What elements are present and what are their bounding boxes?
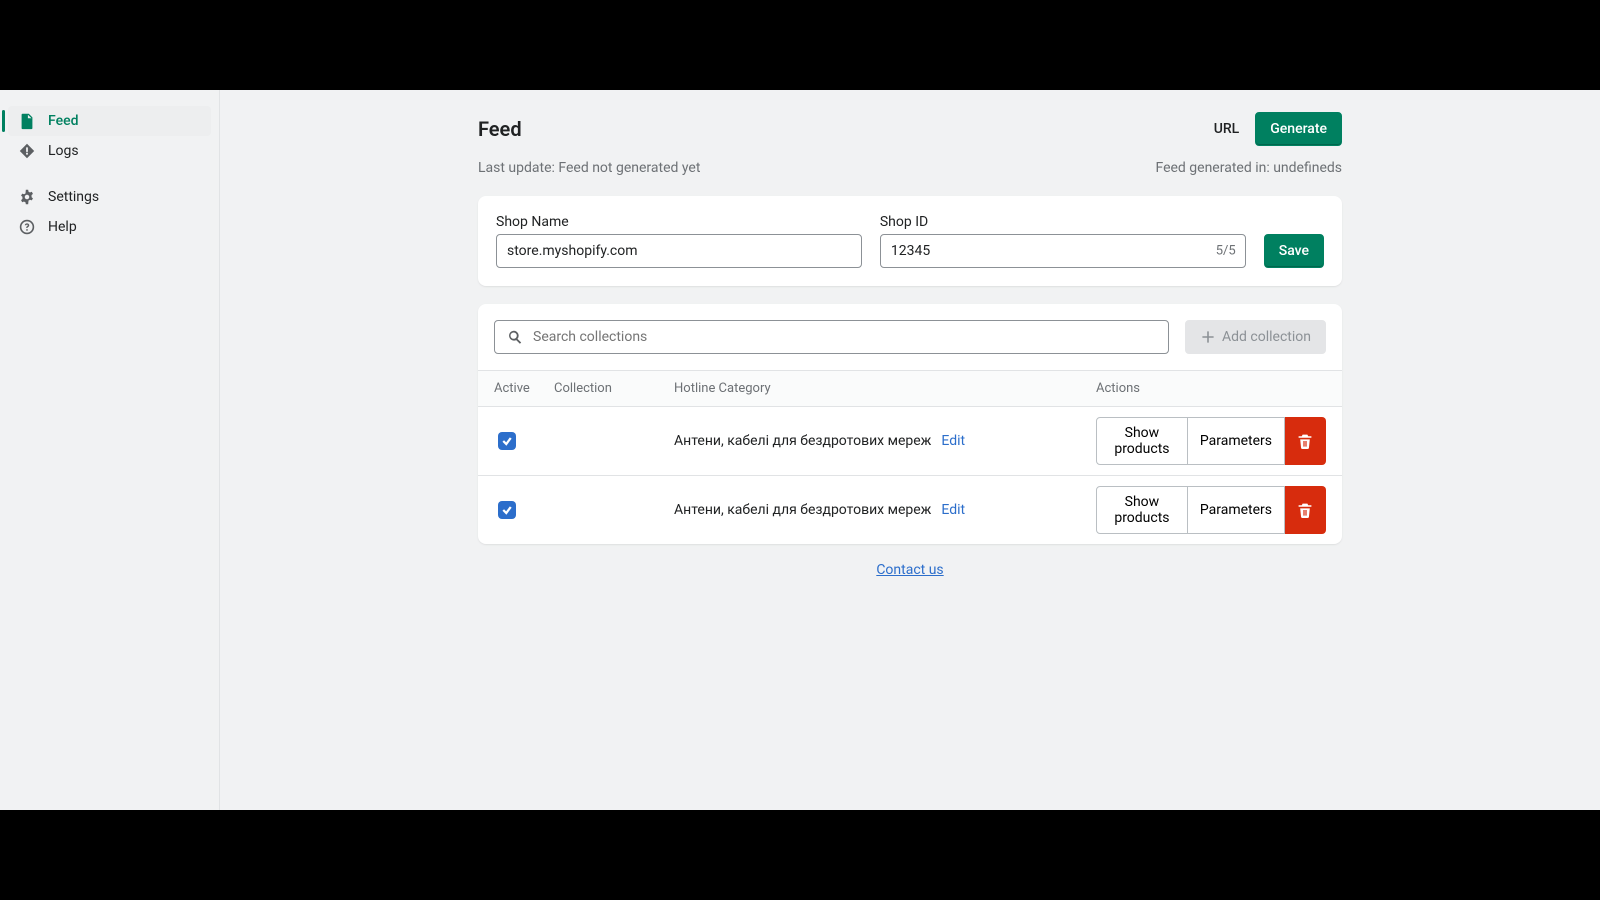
category-text: Антени, кабелі для бездротових мереж [674, 433, 931, 449]
col-category: Hotline Category [674, 381, 1096, 396]
trash-icon [1297, 433, 1313, 449]
search-icon [506, 328, 524, 346]
show-products-button[interactable]: Show products [1096, 417, 1188, 465]
plus-icon [1200, 329, 1216, 345]
category-text: Антени, кабелі для бездротових мереж [674, 502, 931, 518]
parameters-button[interactable]: Parameters [1188, 417, 1285, 465]
sidebar-item-logs[interactable]: Logs [8, 136, 211, 166]
table-header: Active Collection Hotline Category Actio… [478, 370, 1342, 407]
trash-icon [1297, 502, 1313, 518]
parameters-button[interactable]: Parameters [1188, 486, 1285, 534]
delete-button[interactable] [1285, 486, 1326, 534]
sidebar: Feed Logs Settings Help [0, 90, 220, 810]
page-header: Feed URL Generate [478, 112, 1342, 146]
footer: Contact us [478, 562, 1342, 578]
check-icon [501, 504, 513, 516]
shop-id-input[interactable] [880, 234, 1246, 268]
table-row: Антени, кабелі для бездротових мереж Edi… [478, 407, 1342, 476]
add-collection-button[interactable]: Add collection [1185, 320, 1326, 354]
table-row: Антени, кабелі для бездротових мереж Edi… [478, 476, 1342, 544]
edit-link[interactable]: Edit [941, 502, 965, 518]
url-link[interactable]: URL [1214, 121, 1240, 137]
help-icon [18, 218, 36, 236]
col-actions: Actions [1096, 381, 1326, 396]
show-products-button[interactable]: Show products [1096, 486, 1188, 534]
main: Feed URL Generate Last update: Feed not … [220, 90, 1600, 810]
add-collection-label: Add collection [1222, 329, 1311, 345]
active-checkbox[interactable] [498, 432, 516, 450]
gear-icon [18, 188, 36, 206]
sidebar-item-label: Feed [48, 113, 78, 129]
sidebar-item-label: Help [48, 219, 77, 235]
sidebar-item-feed[interactable]: Feed [8, 106, 211, 136]
shop-name-input[interactable] [496, 234, 862, 268]
active-checkbox[interactable] [498, 501, 516, 519]
page-title: Feed [478, 117, 522, 141]
contact-us-link[interactable]: Contact us [876, 562, 943, 578]
collections-card: Add collection Active Collection Hotline… [478, 304, 1342, 544]
last-update-text: Last update: Feed not generated yet [478, 160, 700, 176]
status-row: Last update: Feed not generated yet Feed… [478, 160, 1342, 176]
alert-icon [18, 142, 36, 160]
generate-button[interactable]: Generate [1255, 112, 1342, 146]
shop-id-counter: 5/5 [1216, 244, 1236, 259]
generated-in-text: Feed generated in: undefineds [1155, 160, 1342, 176]
shop-card: Shop Name Shop ID 5/5 Save [478, 196, 1342, 286]
sidebar-item-settings[interactable]: Settings [8, 182, 211, 212]
sidebar-item-label: Settings [48, 189, 99, 205]
col-active: Active [494, 381, 554, 396]
save-button[interactable]: Save [1264, 234, 1324, 268]
search-input[interactable] [494, 320, 1169, 354]
edit-link[interactable]: Edit [941, 433, 965, 449]
sidebar-item-label: Logs [48, 143, 79, 159]
check-icon [501, 435, 513, 447]
shop-name-label: Shop Name [496, 214, 862, 230]
sidebar-item-help[interactable]: Help [8, 212, 211, 242]
file-icon [18, 112, 36, 130]
shop-id-label: Shop ID [880, 214, 1246, 230]
delete-button[interactable] [1285, 417, 1326, 465]
app-root: Feed Logs Settings Help Feed URL [0, 90, 1600, 810]
col-collection: Collection [554, 381, 674, 396]
